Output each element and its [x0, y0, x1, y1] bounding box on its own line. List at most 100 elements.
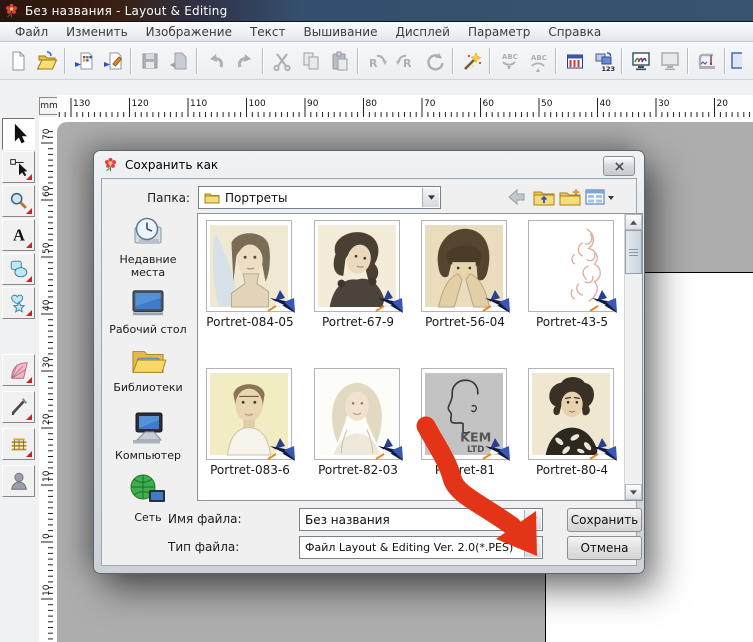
file-name-label[interactable]: Portret-56-04 [413, 315, 517, 329]
file-thumbnail[interactable] [206, 368, 292, 460]
file-name-label[interactable]: Portret-81 [413, 463, 517, 477]
place-desktop[interactable]: Рабочий стол [102, 287, 194, 336]
shapes-tool-button[interactable] [2, 253, 35, 285]
dialog-title-bar[interactable]: Сохранить как [94, 151, 644, 178]
menu-sew[interactable]: Вышивание [295, 23, 387, 41]
save-button[interactable]: Сохранить [567, 508, 642, 532]
file-thumbnail[interactable] [206, 220, 292, 312]
stamp-tool-button[interactable] [2, 428, 35, 460]
scroll-down-button[interactable] [625, 484, 642, 500]
folder-value: Портреты [225, 191, 287, 205]
dialog-title: Сохранить как [125, 158, 218, 172]
folder-dropdown-button[interactable] [422, 188, 439, 207]
stitch-simulator-button[interactable] [692, 45, 721, 77]
place-computer[interactable]: Компьютер [102, 411, 194, 462]
file-name-label[interactable]: Portret-083-6 [198, 463, 302, 477]
cut-button[interactable] [267, 45, 296, 77]
folder-combobox[interactable]: Портреты [198, 186, 441, 209]
paste-button[interactable] [325, 45, 354, 77]
file-name-label[interactable]: Portret-084-05 [198, 315, 302, 329]
fan-shape-tool-button[interactable] [2, 354, 35, 386]
cancel-button[interactable]: Отмена [567, 536, 642, 560]
view-menu-button[interactable] [584, 185, 616, 209]
file-name-field-label: Имя файла: [168, 512, 242, 526]
back-button[interactable] [504, 185, 528, 209]
file-type-select[interactable]: Файл Layout & Editing Ver. 2.0(*.PES) [299, 536, 543, 559]
rotate-any-button[interactable] [420, 45, 449, 77]
up-one-level-button[interactable] [532, 185, 556, 209]
file-list-scrollbar [624, 214, 642, 500]
copy-icon [300, 50, 322, 72]
chevron-down-icon [428, 195, 435, 200]
point-edit-tool-button[interactable] [2, 151, 35, 183]
manual-punch-tool-button[interactable] [2, 391, 35, 423]
file-list: Portret-084-05 Portret-67-9 Portret-56-0… [197, 213, 643, 501]
clipped-toolbar-button[interactable] [729, 45, 743, 77]
motifs-tool-button[interactable] [2, 287, 35, 319]
file-thumbnail[interactable] [528, 368, 614, 460]
triangle-down-icon [630, 490, 637, 495]
shapes-icon [8, 258, 30, 280]
sewing-order-button[interactable]: 123 [589, 45, 618, 77]
file-type-field-label: Тип файла: [168, 540, 239, 554]
clipped-icon [730, 50, 742, 72]
libraries-icon [128, 345, 168, 377]
folder-label: Папка: [102, 191, 190, 205]
file-type-dropdown-button[interactable] [524, 538, 541, 557]
desktop-icon [128, 287, 168, 319]
menu-display[interactable]: Дисплей [386, 23, 458, 41]
redo-button[interactable] [230, 45, 259, 77]
rotate-right-button[interactable]: R [391, 45, 420, 77]
copy-button[interactable] [296, 45, 325, 77]
menu-edit[interactable]: Изменить [57, 23, 137, 41]
paste-icon [329, 50, 351, 72]
screen-preview-icon [659, 50, 681, 72]
menu-option[interactable]: Параметр [459, 23, 539, 41]
screen-preview-button[interactable] [655, 45, 684, 77]
file-name-dropdown-button[interactable] [524, 510, 541, 529]
scrollbar-thumb[interactable] [625, 230, 642, 274]
file-name-label[interactable]: Portret-82-03 [306, 463, 410, 477]
portrait-tool-button[interactable] [2, 465, 35, 497]
thread-palette-button[interactable] [560, 45, 589, 77]
file-thumbnail[interactable] [314, 368, 400, 460]
export-button[interactable] [164, 45, 193, 77]
new-folder-button[interactable] [558, 185, 582, 209]
text-arc-up-button[interactable]: ABC [523, 45, 552, 77]
save-button[interactable] [135, 45, 164, 77]
file-name-label[interactable]: Portret-80-4 [520, 463, 624, 477]
file-thumbnail[interactable] [421, 220, 507, 312]
file-thumbnail[interactable] [528, 220, 614, 312]
file-name-input[interactable]: Без названия [299, 508, 543, 531]
menu-image[interactable]: Изображение [137, 23, 241, 41]
file-name-label[interactable]: Portret-67-9 [306, 315, 410, 329]
rotate-left-button[interactable]: R [362, 45, 391, 77]
file-thumbnail[interactable]: KEMLTD [421, 368, 507, 460]
magic-wand-button[interactable] [457, 45, 486, 77]
dialog-close-button[interactable] [603, 156, 635, 176]
undo-button[interactable] [201, 45, 230, 77]
svg-text:60: 60 [483, 99, 495, 109]
menu-file[interactable]: Файл [6, 23, 57, 41]
menu-help[interactable]: Справка [539, 23, 610, 41]
place-recent[interactable]: Недавние места [102, 215, 194, 279]
pes-file-icon [375, 289, 405, 315]
file-name-label[interactable]: Portret-43-5 [520, 315, 624, 329]
realistic-view-button[interactable] [626, 45, 655, 77]
text-arc-down-button[interactable]: ABC [494, 45, 523, 77]
import-design-icon [73, 50, 95, 72]
pes-file-icon [482, 437, 512, 463]
select-tool-button[interactable] [2, 118, 35, 150]
scroll-up-button[interactable] [625, 214, 642, 230]
text-tool-button[interactable]: A [2, 219, 35, 251]
import-design-button[interactable] [69, 45, 98, 77]
svg-text:40: 40 [600, 99, 612, 109]
svg-text:80: 80 [366, 99, 378, 109]
zoom-tool-button[interactable] [2, 185, 35, 217]
import-image-button[interactable] [98, 45, 127, 77]
new-document-button[interactable] [3, 45, 32, 77]
place-libraries[interactable]: Библиотеки [102, 345, 194, 394]
menu-text[interactable]: Текст [241, 23, 295, 41]
file-thumbnail[interactable] [314, 220, 400, 312]
open-file-button[interactable] [32, 45, 61, 77]
